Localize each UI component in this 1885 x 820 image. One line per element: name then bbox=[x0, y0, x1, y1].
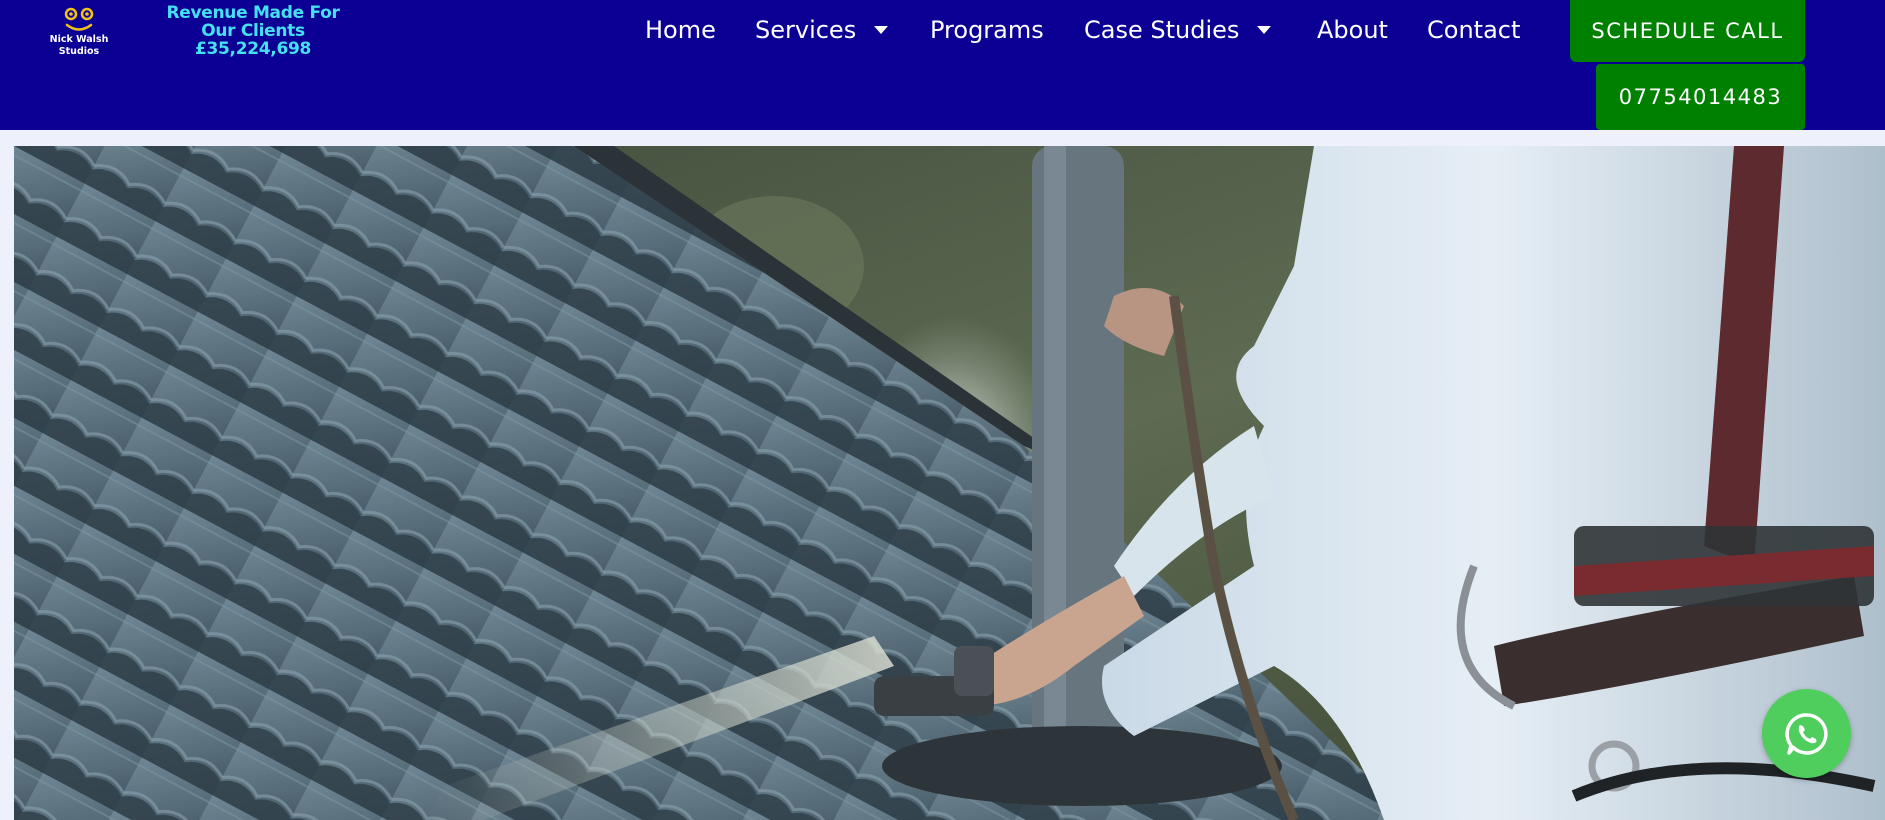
schedule-call-button[interactable]: SCHEDULE CALL bbox=[1570, 0, 1805, 62]
nav-contact[interactable]: Contact bbox=[1427, 12, 1520, 48]
hero-image bbox=[14, 146, 1885, 820]
chevron-down-icon bbox=[1257, 26, 1272, 34]
nav-case-studies-label: Case Studies bbox=[1084, 16, 1240, 44]
revenue-tagline: Revenue Made For Our Clients £35,224,698 bbox=[156, 4, 350, 58]
nav-home[interactable]: Home bbox=[645, 12, 716, 48]
nav-services[interactable]: Services bbox=[755, 12, 889, 48]
site-logo[interactable]: Nick Walsh Studios bbox=[46, 4, 112, 64]
nav-services-label: Services bbox=[755, 16, 857, 44]
tagline-line2: Our Clients bbox=[201, 21, 305, 41]
site-header: Nick Walsh Studios Revenue Made For Our … bbox=[0, 0, 1885, 130]
nav-about[interactable]: About bbox=[1317, 12, 1388, 48]
chevron-down-icon bbox=[874, 26, 889, 34]
nav-case-studies[interactable]: Case Studies bbox=[1084, 12, 1272, 48]
tagline-line1: Revenue Made For bbox=[166, 3, 340, 23]
tagline-revenue-amount: £35,224,698 bbox=[194, 39, 312, 59]
logo-face-icon bbox=[64, 7, 94, 31]
logo-text-line2: Studios bbox=[58, 46, 100, 57]
whatsapp-chat-button[interactable] bbox=[1762, 689, 1851, 778]
whatsapp-icon bbox=[1784, 712, 1828, 755]
nav-programs[interactable]: Programs bbox=[930, 12, 1044, 48]
phone-number-button[interactable]: 07754014483 bbox=[1596, 64, 1805, 130]
roof-spray-photo-icon bbox=[14, 146, 1885, 820]
logo-text-line1: Nick Walsh bbox=[49, 34, 109, 45]
